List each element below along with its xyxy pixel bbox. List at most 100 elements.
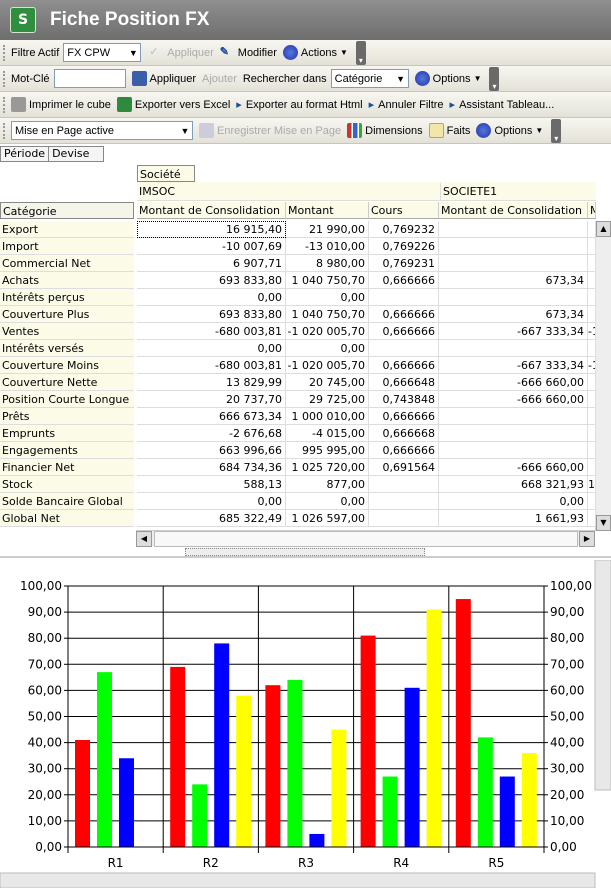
scroll-right-icon[interactable]: ▶ (579, 531, 595, 547)
grid-cell[interactable]: 693 833,80 (137, 272, 286, 289)
grid-cell[interactable] (588, 459, 596, 476)
grid-cell[interactable] (588, 272, 596, 289)
grid-cell[interactable]: 1 026 597,00 (286, 510, 369, 527)
column-header[interactable]: Montant (286, 202, 369, 219)
grid-cell[interactable]: -666 660,00 (439, 374, 588, 391)
grid-cell[interactable]: 0,00 (439, 493, 588, 510)
grid-cell[interactable]: 29 725,00 (286, 391, 369, 408)
grid-cell[interactable]: -1 020 005,70 (286, 323, 369, 340)
table-wizard-button[interactable]: ▸ Assistant Tableau... (450, 98, 555, 112)
row-header[interactable]: Import (0, 238, 134, 255)
row-header[interactable]: Emprunts (0, 425, 134, 442)
grid-cell[interactable]: 21 990,00 (286, 221, 369, 238)
grid-cell[interactable] (369, 510, 439, 527)
grid-cell[interactable]: 673,34 (439, 272, 588, 289)
grid-cell[interactable]: 0,666666 (369, 323, 439, 340)
column-header[interactable]: M (588, 202, 596, 219)
grid-cell[interactable] (439, 289, 588, 306)
grid-cell[interactable] (588, 442, 596, 459)
grid-cell[interactable]: 8 980,00 (286, 255, 369, 272)
toolbar-grip[interactable] (3, 70, 7, 87)
grid-cell[interactable] (588, 493, 596, 510)
grid-cell[interactable]: 0,00 (286, 340, 369, 357)
grid-cell[interactable]: 1 040 750,70 (286, 272, 369, 289)
grid-cell[interactable] (439, 238, 588, 255)
grid-cell[interactable]: -4 015,00 (286, 425, 369, 442)
grid-cell[interactable]: -667 333,34 (439, 357, 588, 374)
grid-cell[interactable]: 0,666668 (369, 425, 439, 442)
grid-cell[interactable] (439, 408, 588, 425)
scroll-up-icon[interactable]: ▲ (596, 221, 611, 237)
toolbar-grip[interactable] (3, 44, 7, 61)
grid-cell[interactable]: 1 000 010,00 (286, 408, 369, 425)
grid-cell[interactable]: 1 (588, 476, 596, 493)
grid-cell[interactable]: 877,00 (286, 476, 369, 493)
row-header[interactable]: Couverture Moins (0, 357, 134, 374)
grid-cell[interactable] (588, 510, 596, 527)
vertical-scrollbar[interactable]: ▲ ▼ (595, 221, 611, 531)
column-header[interactable]: Montant de Consolidation (137, 202, 286, 219)
options-menu[interactable]: Options ▼ (476, 123, 543, 138)
grid-cell[interactable] (588, 306, 596, 323)
grid-cell[interactable] (439, 221, 588, 238)
apply-keyword-button[interactable]: Appliquer (131, 71, 196, 86)
toolbar-overflow[interactable]: ▾ (551, 118, 562, 143)
grid-cell[interactable] (588, 340, 596, 357)
grid-cell[interactable] (588, 408, 596, 425)
row-header[interactable]: Ventes (0, 323, 134, 340)
print-cube-button[interactable]: Imprimer le cube (11, 97, 111, 112)
grid-cell[interactable] (369, 476, 439, 493)
facts-button[interactable]: Faits (428, 123, 470, 138)
grid-cell[interactable]: 0,666666 (369, 442, 439, 459)
grid-cell[interactable]: 693 833,80 (137, 306, 286, 323)
grid-cell[interactable]: 16 915,40 (137, 221, 286, 238)
grid-cell[interactable] (588, 289, 596, 306)
grid-cell[interactable]: 995 995,00 (286, 442, 369, 459)
column-header[interactable]: Montant de Consolidation (439, 202, 588, 219)
row-header[interactable]: Intérêts perçus (0, 289, 134, 306)
apply-filter-button[interactable]: ✓ Appliquer (149, 45, 213, 60)
grid-cell[interactable]: 684 734,36 (137, 459, 286, 476)
grid-cell[interactable]: 0,666666 (369, 272, 439, 289)
grid-cell[interactable]: 0,00 (137, 289, 286, 306)
grid-cell[interactable]: 0,769226 (369, 238, 439, 255)
keyword-input[interactable] (53, 69, 126, 88)
toolbar-overflow[interactable]: ▾ (355, 40, 366, 65)
row-header[interactable]: Solde Bancaire Global (0, 493, 134, 510)
row-header[interactable]: Global Net (0, 510, 134, 527)
grid-cell[interactable]: 0,769231 (369, 255, 439, 272)
scroll-thumb[interactable] (154, 531, 578, 547)
export-html-button[interactable]: ▸ Exporter au format Html (236, 98, 362, 112)
dimensions-button[interactable]: Dimensions (347, 123, 423, 138)
grid-cell[interactable]: 6 907,71 (137, 255, 286, 272)
grid-cell[interactable] (439, 340, 588, 357)
grid-cell[interactable]: 1 661,93 (439, 510, 588, 527)
grid-cell[interactable] (439, 425, 588, 442)
grid-cell[interactable] (439, 255, 588, 272)
grid-cell[interactable]: 1 025 720,00 (286, 459, 369, 476)
grid-cell[interactable]: 0,743848 (369, 391, 439, 408)
grid-cell[interactable]: 588,13 (137, 476, 286, 493)
grid-cell[interactable]: -2 676,68 (137, 425, 286, 442)
grid-cell[interactable] (369, 289, 439, 306)
grid-cell[interactable]: 666 673,34 (137, 408, 286, 425)
grid-cell[interactable]: -666 660,00 (439, 459, 588, 476)
layout-select[interactable]: Mise en Page active ▼ (11, 121, 193, 140)
grid-cell[interactable]: 0,00 (137, 493, 286, 510)
grid-cell[interactable]: 0,00 (137, 340, 286, 357)
tab-periode[interactable]: Période (0, 146, 50, 162)
filter-select[interactable]: FX CPW ▼ (63, 43, 142, 62)
add-button[interactable]: Ajouter (202, 73, 237, 85)
export-excel-button[interactable]: Exporter vers Excel (116, 97, 230, 112)
grid-cell[interactable]: -10 007,69 (137, 238, 286, 255)
grid-cell[interactable]: -680 003,81 (137, 323, 286, 340)
row-dimension-header[interactable]: Catégorie (0, 202, 134, 219)
grid-cell[interactable]: 0,666666 (369, 408, 439, 425)
splitter-handle[interactable] (185, 548, 425, 556)
row-header[interactable]: Export (0, 221, 134, 238)
grid-cell[interactable]: 0,666666 (369, 306, 439, 323)
row-header[interactable]: Commercial Net (0, 255, 134, 272)
grid-cell[interactable]: 685 322,49 (137, 510, 286, 527)
row-header[interactable]: Financier Net (0, 459, 134, 476)
row-header[interactable]: Achats (0, 272, 134, 289)
